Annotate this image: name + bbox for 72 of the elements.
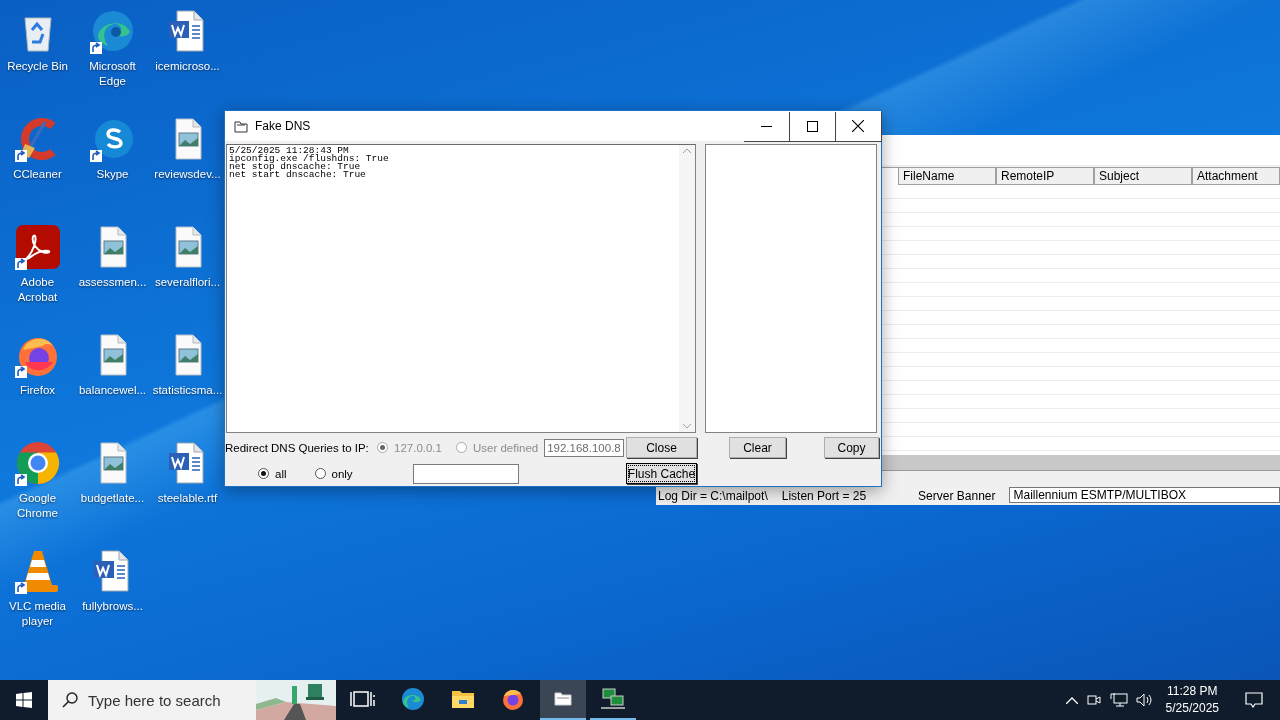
icon-label[interactable]: balancewel...	[78, 383, 147, 398]
column-header[interactable]: Subject	[1094, 168, 1192, 185]
scroll-down-icon	[683, 424, 691, 429]
maximize-icon	[806, 120, 818, 132]
icon-label[interactable]: steelable.rtf	[157, 491, 218, 506]
taskbar-app-button[interactable]	[540, 680, 586, 720]
icon-label[interactable]: Google Chrome	[0, 491, 75, 521]
log-line: net stop dnscache: True	[229, 163, 361, 171]
icon-label[interactable]: Recycle Bin	[7, 59, 68, 74]
clock-time: 11:28 PM	[1167, 683, 1218, 700]
radio-button[interactable]: all	[258, 467, 287, 480]
shortcut-arrow-icon	[14, 150, 27, 162]
dialog-button[interactable]: Clear	[729, 437, 786, 458]
icon-label[interactable]: VLC media player	[0, 599, 75, 629]
close-icon	[852, 120, 864, 132]
field-label: Server Banner	[918, 489, 996, 503]
column-header[interactable]: FileName	[898, 168, 996, 185]
icon-label[interactable]: budgetlate...	[80, 491, 145, 506]
field-label: Redirect DNS Queries to IP:	[225, 441, 370, 454]
maximize-button[interactable]	[789, 111, 835, 141]
icon-label[interactable]: fullybrows...	[82, 599, 143, 614]
icon-label[interactable]: reviewsdev...	[154, 167, 221, 182]
radio-button[interactable]: only	[314, 467, 353, 480]
icon-label[interactable]: severalflori...	[154, 275, 221, 290]
status-text: Listen Port = 25	[781, 489, 867, 503]
dialog-button[interactable]: Close	[626, 437, 697, 458]
icon-label[interactable]: statisticsma...	[152, 383, 223, 398]
camera-icon[interactable]	[1085, 692, 1102, 708]
search-icon	[62, 692, 78, 708]
search-bar[interactable]: Type here to search	[48, 680, 336, 720]
clock[interactable]: 11:28 PM 5/25/2025	[1165, 683, 1219, 717]
windows-logo-icon	[16, 692, 32, 708]
icon-label[interactable]: Adobe Acrobat	[0, 275, 75, 305]
log-line: 5/25/2025 11:28:43 PM	[229, 147, 349, 155]
network-icon[interactable]	[1109, 692, 1128, 708]
icon-label[interactable]: CCleaner	[13, 167, 62, 182]
icon-label[interactable]: assessmen...	[78, 275, 147, 290]
network-monitor-icon	[600, 687, 626, 711]
domain-field[interactable]	[412, 463, 519, 484]
banner-field[interactable]: Maillennium ESMTP/MULTIBOX	[1009, 487, 1280, 503]
shortcut-arrow-icon	[14, 366, 27, 378]
column-header[interactable]: Attachment	[1192, 168, 1280, 185]
ip-field[interactable]: 192.168.100.8	[544, 438, 625, 457]
scroll-up-icon	[683, 148, 691, 153]
status-text: Log Dir = C:\mailpot\	[658, 489, 768, 503]
window-title: Fake DNS	[255, 119, 312, 133]
shortcut-arrow-icon	[14, 582, 27, 594]
dialog-button[interactable]: Copy	[824, 437, 879, 458]
chevron-up-icon[interactable]	[1065, 696, 1078, 704]
icon-label[interactable]: Microsoft Edge	[75, 59, 150, 89]
pdf-logo-icon	[14, 224, 61, 270]
icon-label[interactable]: icemicroso...	[155, 59, 220, 74]
notification-icon[interactable]	[1245, 692, 1263, 708]
icon-label[interactable]: Skype	[96, 167, 129, 182]
log-textarea[interactable]: 5/25/2025 11:28:43 PM ipconfig.exe /flushdns: True net stop dnscache: True net start dnscache: True	[226, 144, 696, 433]
log-line: net start dnscache: True	[229, 171, 367, 179]
shortcut-arrow-icon	[14, 258, 27, 270]
icon-label[interactable]: Firefox	[19, 383, 56, 398]
clock-date: 5/25/2025	[1165, 700, 1219, 717]
browser-logo-icon	[14, 440, 61, 486]
volume-icon[interactable]	[1135, 692, 1154, 708]
wave-logo-icon	[400, 687, 426, 711]
folder-window-icon	[234, 119, 248, 133]
shortcut-arrow-icon	[14, 474, 27, 486]
fox-logo-icon	[500, 687, 526, 711]
close-button[interactable]	[835, 111, 881, 141]
column-header[interactable]: RemoteIP	[996, 168, 1094, 185]
shortcut-arrow-icon	[89, 42, 102, 54]
shortcut-arrow-icon	[89, 150, 102, 162]
dialog-button[interactable]: Flush Cache	[626, 463, 697, 484]
minimize-icon	[760, 125, 772, 127]
log-line: ipconfig.exe /flushdns: True	[229, 155, 390, 163]
